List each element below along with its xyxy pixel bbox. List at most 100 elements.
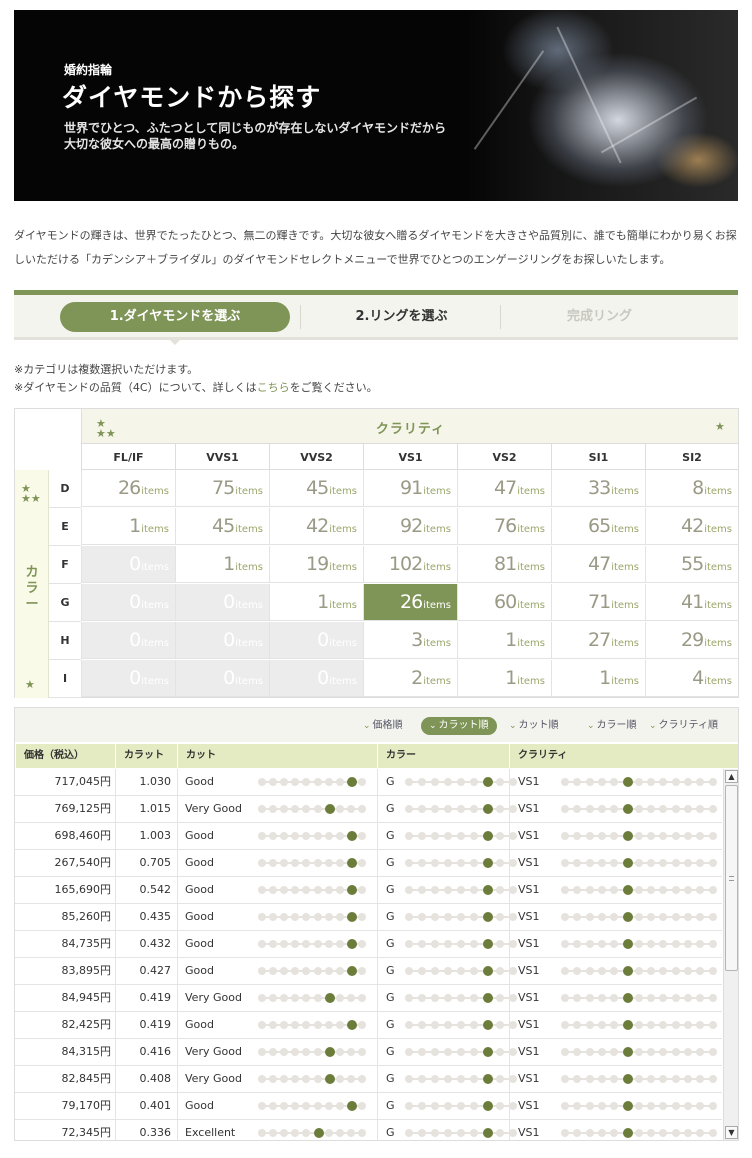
result-row[interactable]: 85,260円 0.435 Good G VS1: [15, 904, 722, 931]
result-row[interactable]: 717,045円 1.030 Good G VS1: [15, 769, 722, 796]
grade-dot: [269, 778, 278, 786]
matrix-cell[interactable]: 42items: [269, 508, 363, 545]
matrix-cell[interactable]: 75items: [175, 470, 269, 507]
matrix-cell[interactable]: 3items: [363, 622, 457, 659]
grade-dot: [258, 1021, 266, 1029]
clarity-col-header[interactable]: VVS2: [269, 443, 363, 470]
sort-option[interactable]: ⌄ カラット順: [421, 717, 497, 735]
grade-marker: [622, 1020, 633, 1030]
clarity-scale: [561, 1128, 719, 1138]
matrix-cell[interactable]: 42items: [645, 508, 738, 545]
matrix-cell[interactable]: 1items: [457, 660, 551, 697]
result-row[interactable]: 165,690円 0.542 Good G VS1: [15, 877, 722, 904]
matrix-cell[interactable]: 4items: [645, 660, 738, 697]
matrix-cell[interactable]: 65items: [551, 508, 645, 545]
step-select-ring[interactable]: 2.リングを選ぶ: [304, 302, 499, 332]
result-row[interactable]: 267,540円 0.705 Good G VS1: [15, 850, 722, 877]
matrix-cell[interactable]: 2items: [363, 660, 457, 697]
result-row[interactable]: 698,460円 1.003 Good G VS1: [15, 823, 722, 850]
matrix-cell-count: 0: [223, 629, 235, 651]
scroll-up-icon[interactable]: ▲: [725, 770, 738, 783]
matrix-cell[interactable]: 26items: [81, 470, 175, 507]
scrollbar[interactable]: ▲ ▼: [723, 769, 738, 1140]
matrix-cell[interactable]: 92items: [363, 508, 457, 545]
matrix-cell[interactable]: 1items: [457, 622, 551, 659]
grade-dot: [585, 940, 594, 948]
matrix-cell[interactable]: 26items: [363, 584, 457, 621]
color-row-header[interactable]: G: [49, 584, 81, 622]
scroll-thumb[interactable]: [725, 785, 738, 971]
matrix-cell[interactable]: 29items: [645, 622, 738, 659]
hero-title: ダイヤモンドから探す: [62, 83, 322, 112]
clarity-col-header[interactable]: VVS1: [175, 443, 269, 470]
color-row-header[interactable]: D: [49, 470, 81, 508]
result-row[interactable]: 84,735円 0.432 Good G VS1: [15, 931, 722, 958]
matrix-cell[interactable]: 55items: [645, 546, 738, 583]
matrix-cell[interactable]: 71items: [551, 584, 645, 621]
table-header-cell[interactable]: カット: [177, 744, 377, 768]
result-row[interactable]: 79,170円 0.401 Good G VS1: [15, 1093, 722, 1120]
matrix-cell[interactable]: 45items: [175, 508, 269, 545]
grade-marker: [324, 1074, 335, 1084]
color-row-header[interactable]: E: [49, 508, 81, 546]
matrix-cell[interactable]: 47items: [457, 470, 551, 507]
grade-dot: [647, 1075, 656, 1083]
clarity-col-header[interactable]: VS2: [457, 443, 551, 470]
grade-dot: [597, 886, 606, 894]
sort-option[interactable]: ⌄ カット順: [509, 717, 559, 735]
4c-link[interactable]: こちら: [257, 381, 290, 394]
matrix-cell[interactable]: 1items: [175, 546, 269, 583]
matrix-cell[interactable]: 81items: [457, 546, 551, 583]
grade-dot: [324, 1129, 333, 1137]
table-header-cell[interactable]: 価格（税込）: [15, 744, 115, 768]
matrix-cell[interactable]: 27items: [551, 622, 645, 659]
step-select-diamond[interactable]: 1.ダイヤモンドを選ぶ: [60, 302, 290, 345]
result-row[interactable]: 82,845円 0.408 Very Good G VS1: [15, 1066, 722, 1093]
grade-dot: [431, 913, 439, 921]
result-row[interactable]: 84,315円 0.416 Very Good G VS1: [15, 1039, 722, 1066]
color-row-header[interactable]: I: [49, 660, 81, 698]
grade-dot: [671, 940, 680, 948]
matrix-cell[interactable]: 76items: [457, 508, 551, 545]
sort-option[interactable]: ⌄ クラリティ順: [649, 717, 718, 735]
result-row[interactable]: 82,425円 0.419 Good G VS1: [15, 1012, 722, 1039]
grade-dot: [659, 940, 668, 948]
grade-dot: [291, 1075, 300, 1083]
matrix-cell[interactable]: 8items: [645, 470, 738, 507]
clarity-col-header[interactable]: VS1: [363, 443, 457, 470]
grade-dot: [696, 913, 705, 921]
matrix-cell[interactable]: 91items: [363, 470, 457, 507]
result-row[interactable]: 72,345円 0.336 Excellent G VS1: [15, 1120, 722, 1140]
matrix-cell[interactable]: 47items: [551, 546, 645, 583]
table-header-cell[interactable]: カラー: [377, 744, 509, 768]
scroll-down-icon[interactable]: ▼: [725, 1126, 738, 1139]
matrix-cell[interactable]: 1items: [81, 508, 175, 545]
matrix-cell[interactable]: 1items: [551, 660, 645, 697]
matrix-cell[interactable]: 41items: [645, 584, 738, 621]
color-row-header[interactable]: H: [49, 622, 81, 660]
matrix-cell[interactable]: 45items: [269, 470, 363, 507]
price: 82,845円: [61, 1072, 112, 1085]
color-row-header[interactable]: F: [49, 546, 81, 584]
grade-dot: [269, 967, 278, 975]
grade-dot: [561, 913, 569, 921]
clarity-col-header[interactable]: FL/IF: [81, 443, 175, 470]
matrix-cell[interactable]: 60items: [457, 584, 551, 621]
grade-dot: [696, 1075, 705, 1083]
clarity-col-header[interactable]: SI2: [645, 443, 738, 470]
sort-option[interactable]: ⌄ 価格順: [363, 717, 403, 735]
result-row[interactable]: 769,125円 1.015 Very Good G VS1: [15, 796, 722, 823]
matrix-cell[interactable]: 1items: [269, 584, 363, 621]
matrix-cell[interactable]: 33items: [551, 470, 645, 507]
chevron-down-icon: ⌄: [587, 721, 595, 731]
matrix-cell-unit: items: [517, 638, 545, 649]
result-row[interactable]: 83,895円 0.427 Good G VS1: [15, 958, 722, 985]
grade-dot: [457, 859, 465, 867]
sort-option[interactable]: ⌄ カラー順: [587, 717, 637, 735]
matrix-cell-count: 26: [400, 591, 423, 613]
clarity-col-header[interactable]: SI1: [551, 443, 645, 470]
result-row[interactable]: 84,945円 0.419 Very Good G VS1: [15, 985, 722, 1012]
table-header-cell[interactable]: カラット: [115, 744, 177, 768]
matrix-cell[interactable]: 102items: [363, 546, 457, 583]
matrix-cell[interactable]: 19items: [269, 546, 363, 583]
